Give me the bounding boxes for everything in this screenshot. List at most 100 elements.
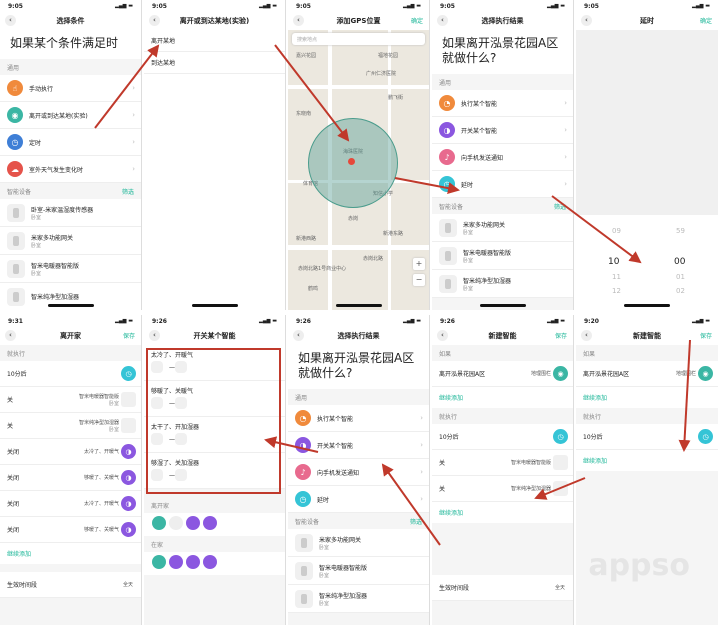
exec-row[interactable]: 关闭 够暖了、关暖气 ◑ [0,465,141,491]
add-action-link[interactable]: 继续添加 [576,450,718,471]
map-view[interactable]: 搜索地点 嘉兴花园 福地花园 广州仁济医院 鹏飞街 东晓南 海珠医院 体育馆 知… [288,30,429,310]
search-input[interactable]: 搜索地点 [292,33,425,45]
add-action-link[interactable]: 继续添加 [432,502,573,523]
picker-hour[interactable]: 12 [612,287,621,295]
device-row[interactable]: 智米电暖器智能版 卧室 [288,557,429,585]
item-run-smart[interactable]: ◔ 执行某个智能 › [432,90,573,117]
item-run-smart[interactable]: ◔ 执行某个智能 › [288,405,429,432]
exec-row[interactable]: 10分后 ◷ [432,424,573,450]
condition-label: 离开泓景花园A区 [439,371,486,378]
back-button[interactable]: ‹ [149,15,160,26]
map-pin-icon[interactable] [348,158,355,165]
option-label: 离开某地 [151,38,176,45]
exec-row[interactable]: 关闭 太冷了、开暖气 ◑ [0,439,141,465]
add-condition-link[interactable]: 继续添加 [432,387,573,408]
back-button[interactable]: ‹ [5,15,16,26]
exec-label: 10分后 [7,371,27,378]
toggle-icon [186,516,200,530]
save-button[interactable]: 保存 [700,331,712,340]
exec-target-room: 卧室 [108,426,119,433]
status-time: 9:05 [8,2,23,10]
time-picker[interactable]: 09 10 11 12 59 00 01 02 [576,215,718,310]
back-button[interactable]: ‹ [293,15,304,26]
item-notify[interactable]: ♪ 向手机发送通知 › [288,459,429,486]
item-location[interactable]: ◉ 离开或到达某地(实验) › [0,102,141,129]
device-row[interactable]: 卧室-米家温湿度传感器 卧室 [0,199,141,227]
picker-minute[interactable]: 01 [676,273,685,281]
picker-hour-selected[interactable]: 10 [608,257,619,267]
status-bar: 9:05 ▂▄▆ ▬ [432,0,573,12]
item-manual[interactable]: ☝ 手动执行 › [0,75,141,102]
exec-row[interactable]: 关 智米电暖器智能版 [432,450,573,476]
timer-icon: ◷ [698,429,713,444]
item-toggle-smart[interactable]: ◑ 开关某个智能 › [288,432,429,459]
exec-row[interactable]: 关 智米纯净型加湿器 卧室 [0,413,141,439]
status-bar: 9:05 ▂▄▆ ▬ [288,0,429,12]
picker-hour[interactable]: 11 [612,273,621,281]
back-button[interactable]: ‹ [293,330,304,341]
effective-period-row[interactable]: 生效时间段 全天 [0,572,141,598]
device-row[interactable]: 米家多功能网关 卧室 [0,227,141,255]
effective-period-row[interactable]: 生效时间段 全天 [432,575,573,601]
picker-minute[interactable]: 02 [676,287,685,295]
section-label: 通用 [439,80,452,87]
chevron-right-icon: › [132,138,135,146]
device-row[interactable]: 智米纯净型加湿器 卧室 [432,270,573,298]
filter-button[interactable]: 筛选 [554,202,566,211]
item-label: 向手机发送通知 [461,154,504,162]
exec-row[interactable]: 10分后 ◷ [576,424,718,450]
back-button[interactable]: ‹ [5,330,16,341]
device-row[interactable]: 米家多功能网关 卧室 [288,529,429,557]
option-leave[interactable]: 离开某地 [144,30,285,52]
weather-icon: ☁ [7,161,23,177]
condition-type: 地理围栏 [530,371,551,377]
status-bar: 9:26 ▂▄▆ ▬ [144,315,285,327]
filter-button[interactable]: 筛选 [410,517,422,526]
add-condition-link[interactable]: 继续添加 [576,387,718,408]
back-button[interactable]: ‹ [437,330,448,341]
filter-button[interactable]: 筛选 [122,187,134,196]
back-button[interactable]: ‹ [581,15,592,26]
device-row[interactable]: 智米电暖器智能版 卧室 [0,255,141,283]
zoom-out-button[interactable]: − [413,274,425,286]
device-name: 智米电暖器智能版 [31,262,80,270]
item-notify[interactable]: ♪ 向手机发送通知 › [432,144,573,171]
toggle-icon [186,555,200,569]
item-delay[interactable]: ◷ 延时 › [288,486,429,513]
zoom-in-button[interactable]: + [413,258,425,270]
timer-icon: ◷ [295,491,311,507]
device-row[interactable]: 米家多功能网关 卧室 [432,214,573,242]
back-button[interactable]: ‹ [149,330,160,341]
confirm-button[interactable]: 确定 [700,16,712,25]
add-more-link[interactable]: 继续添加 [0,543,141,564]
save-button[interactable]: 保存 [555,331,567,340]
exec-row[interactable]: 关闭 太冷了、开暖气 ◑ [0,491,141,517]
option-label: 到达某地 [151,60,176,67]
nav-bar: ‹ 选择执行结果 [432,12,573,30]
picker-hour[interactable]: 09 [612,227,621,235]
back-button[interactable]: ‹ [581,330,592,341]
exec-row[interactable]: 10分后 ◷ [0,361,141,387]
item-delay[interactable]: ◷ 延时 › [432,171,573,198]
item-timer[interactable]: ◷ 定时 › [0,129,141,156]
exec-row[interactable]: 关闭 够暖了、关暖气 ◑ [0,517,141,543]
device-row[interactable]: 智米电暖器智能版 卧室 [432,242,573,270]
save-button[interactable]: 保存 [123,331,135,340]
device-row[interactable]: 智米纯净型加湿器 卧室 [288,585,429,613]
confirm-button[interactable]: 确定 [411,16,423,25]
section-label: 智能设备 [439,204,464,211]
status-time: 9:26 [152,317,167,325]
item-toggle-smart[interactable]: ◑ 开关某个智能 › [432,117,573,144]
picker-minute-selected[interactable]: 00 [674,257,685,267]
chevron-right-icon: › [420,468,423,476]
exec-row[interactable]: 关 智米电暖器智能版 卧室 [0,387,141,413]
back-button[interactable]: ‹ [437,15,448,26]
condition-row[interactable]: 离开泓景花园A区 地理围栏 ◉ [432,361,573,387]
status-bar: 9:05 ▂▄▆ ▬ [576,0,718,12]
condition-row[interactable]: 离开泓景花园A区 地理围栏 ◉ [576,361,718,387]
option-arrive[interactable]: 到达某地 [144,52,285,74]
item-weather[interactable]: ☁ 室外天气发生变化时 › [0,156,141,183]
item-label: 向手机发送通知 [317,469,360,477]
picker-minute[interactable]: 59 [676,227,685,235]
exec-row[interactable]: 关 智米纯净型加湿器 [432,476,573,502]
